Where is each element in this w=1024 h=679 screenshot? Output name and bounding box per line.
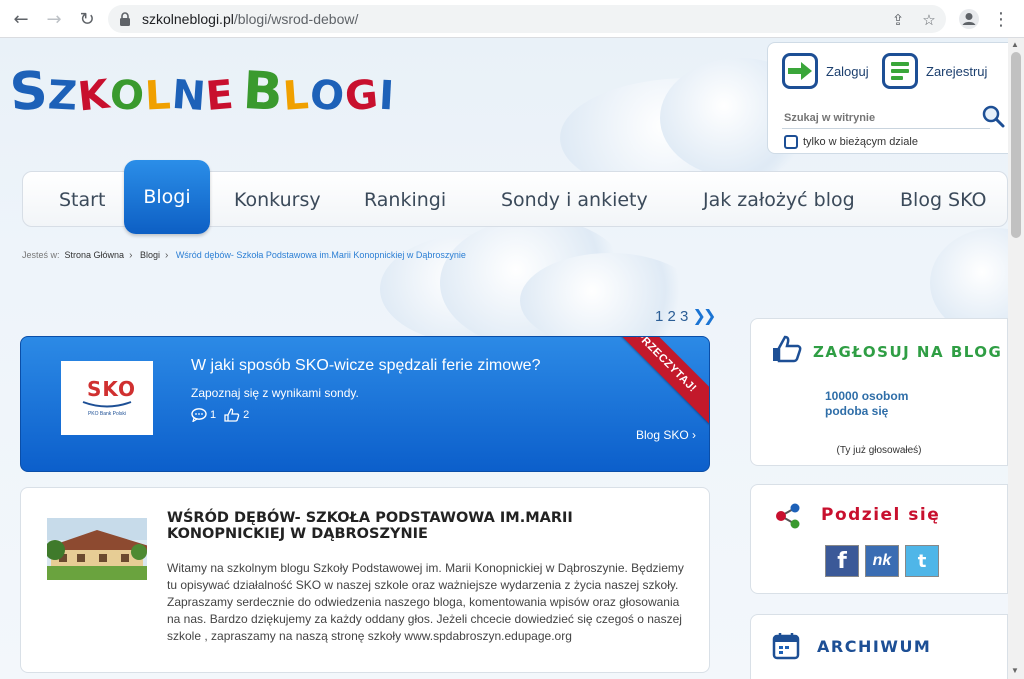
bookmark-star-icon[interactable]: ☆ <box>920 11 938 29</box>
nav-item-start[interactable]: Start <box>59 172 105 228</box>
sko-swoosh-icon <box>82 401 132 408</box>
school-photo[interactable] <box>47 518 147 580</box>
logo-letter: G <box>342 71 381 121</box>
back-arrow-icon[interactable]: ← <box>10 8 32 30</box>
address-bar[interactable]: szkolneblogi.pl/blogi/wsrod-debow/ ⇪ ☆ <box>108 5 946 33</box>
calendar-icon <box>772 633 800 660</box>
logo-letter: Z <box>47 72 80 120</box>
browser-toolbar: ← → ↻ szkolneblogi.pl/blogi/wsrod-debow/… <box>0 0 1024 38</box>
archive-widget: Archiwum <box>750 614 1008 679</box>
logo-letter: O <box>307 71 348 121</box>
site-search-input[interactable] <box>782 107 990 129</box>
featured-stats: 1 2 <box>191 408 249 422</box>
nav-item-blog-sko[interactable]: Blog SKO <box>900 172 986 228</box>
featured-pager: 1 2 3 ❯❯ <box>655 306 717 325</box>
nk-share-button[interactable]: nk <box>865 545 899 577</box>
scroll-down-icon[interactable]: ▼ <box>1011 666 1019 675</box>
facebook-share-button[interactable]: f <box>825 545 859 577</box>
logo-letter: S <box>7 60 51 124</box>
post-body: Witamy na szkolnym blogu Szkoły Podstawo… <box>167 561 684 643</box>
login-label: Zaloguj <box>826 63 869 79</box>
sko-logo-text: SKO <box>87 377 137 401</box>
featured-title[interactable]: W jaki sposób SKO-wicze spędzali ferie z… <box>191 357 540 375</box>
url-text: szkolneblogi.pl/blogi/wsrod-debow/ <box>142 11 359 27</box>
page-scrollbar[interactable]: ▲ ▼ <box>1008 38 1024 679</box>
twitter-share-button[interactable]: t <box>905 545 939 577</box>
logo-letter: B <box>241 60 285 124</box>
account-panel: Zaloguj Zarejestruj tylko w bieżącym dzi… <box>767 42 1008 154</box>
post-title[interactable]: Wśród dębów- Szkoła Podstawowa im.Marii … <box>167 510 607 542</box>
blog-post-card: Wśród dębów- Szkoła Podstawowa im.Marii … <box>20 487 710 673</box>
logo-letter: L <box>281 72 312 120</box>
breadcrumb-blogi[interactable]: Blogi <box>140 250 160 260</box>
logo-letter: O <box>108 71 148 121</box>
register-form-icon <box>882 53 918 89</box>
scrollbar-thumb[interactable] <box>1011 52 1021 238</box>
nav-item-rankingi[interactable]: Rankingi <box>364 172 446 228</box>
pager-page-2[interactable]: 2 <box>668 308 676 325</box>
archive-title: Archiwum <box>817 637 932 656</box>
login-link[interactable]: Zaloguj <box>782 51 869 91</box>
sko-logo-thumbnail: SKO PKO Bank Polski <box>61 361 153 435</box>
vote-widget: Zagłosuj na blog 10000 osobom podoba się… <box>750 318 1008 466</box>
pager-next-icon[interactable]: ❯❯ <box>693 306 717 325</box>
vote-count-line1: 10000 osobom <box>825 389 909 403</box>
read-ribbon: PRZECZYTAJ! <box>603 337 709 425</box>
logo-letter: I <box>377 72 396 120</box>
sko-logo-caption: PKO Bank Polski <box>87 411 127 417</box>
nav-item-konkursy[interactable]: Konkursy <box>234 172 321 228</box>
current-section-checkbox[interactable] <box>784 135 798 149</box>
vote-count-line2: podoba się <box>825 404 889 418</box>
profile-avatar-icon[interactable] <box>958 8 980 30</box>
nav-item-jak-zalozyc-blog[interactable]: Jak założyć blog <box>703 172 855 228</box>
featured-post[interactable]: SKO PKO Bank Polski W jaki sposób SKO-wi… <box>20 336 710 472</box>
nav-item-sondy[interactable]: Sondy i ankiety <box>501 172 648 228</box>
share-title: Podziel się <box>821 505 941 525</box>
forward-arrow-icon[interactable]: → <box>43 8 65 30</box>
login-arrow-icon <box>782 53 818 89</box>
current-section-label: tylko w bieżącym dziale <box>803 136 918 148</box>
featured-subtitle: Zapoznaj się z wynikami sondy. <box>191 386 359 400</box>
vote-title: Zagłosuj na blog <box>813 343 1003 361</box>
thumbs-up-icon <box>773 335 802 363</box>
share-icon[interactable]: ⇪ <box>889 11 907 29</box>
comment-bubble-icon <box>191 408 207 422</box>
breadcrumb-home[interactable]: Strona Główna <box>65 250 125 260</box>
search-icon[interactable] <box>980 103 1006 129</box>
logo-letter: K <box>76 71 113 121</box>
register-label: Zarejestruj <box>926 63 988 79</box>
like-count: 2 <box>243 409 250 421</box>
vote-count: 10000 osobom podoba się <box>825 389 908 419</box>
cloud-decoration <box>520 253 700 348</box>
breadcrumb: Jesteś w: Strona Główna › Blogi › Wśród dę… <box>22 250 466 261</box>
comment-count: 1 <box>210 409 217 421</box>
thumbs-up-icon <box>224 408 240 422</box>
scroll-up-icon[interactable]: ▲ <box>1011 40 1019 49</box>
share-nodes-icon <box>776 503 800 529</box>
menu-dots-icon[interactable]: ⋮ <box>990 8 1012 30</box>
reload-icon[interactable]: ↻ <box>76 8 98 30</box>
web-page: SZKOLNE BLOGI Zaloguj Zarejestruj Szukaj… <box>0 38 1008 679</box>
already-voted-text: (Ty już głosowałeś) <box>836 445 922 456</box>
logo-letter: N <box>170 71 209 121</box>
pager-page-1[interactable]: 1 <box>655 308 663 325</box>
share-widget: Podziel się f nk t <box>750 484 1008 594</box>
nav-item-blogi-active[interactable]: Blogi <box>124 160 210 234</box>
logo-letter: E <box>204 71 237 121</box>
register-link[interactable]: Zarejestruj <box>882 51 987 91</box>
logo-letter: L <box>144 72 174 120</box>
breadcrumb-prefix: Jesteś w: <box>22 250 60 260</box>
blog-sko-link[interactable]: Blog SKO › <box>636 428 696 442</box>
site-logo[interactable]: SZKOLNE BLOGI <box>7 60 396 124</box>
breadcrumb-current[interactable]: Wśród dębów- Szkoła Podstawowa im.Marii … <box>176 250 466 260</box>
lock-icon <box>120 12 130 26</box>
pager-page-3[interactable]: 3 <box>680 308 688 325</box>
